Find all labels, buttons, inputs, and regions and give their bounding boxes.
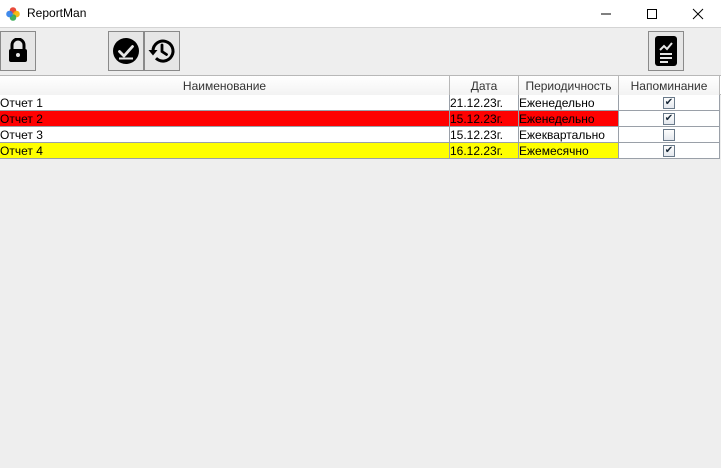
cell-date[interactable]: 15.12.23г. <box>450 127 519 143</box>
reminder-checkbox[interactable]: ✔ <box>663 112 675 125</box>
history-icon <box>148 39 175 63</box>
table-row[interactable]: Отчет 1 21.12.23г. Еженедельно ✔ <box>0 95 720 111</box>
report-document-icon <box>655 36 677 66</box>
table-header: Наименование Дата Периодичность Напомина… <box>0 75 721 95</box>
maximize-icon <box>647 9 657 19</box>
reminder-checkbox[interactable]: ✔ <box>663 96 675 109</box>
window-title: ReportMan <box>27 6 87 20</box>
cell-period[interactable]: Еженедельно <box>519 95 619 111</box>
table-row[interactable]: Отчет 3 15.12.23г. Ежеквартально <box>0 127 720 143</box>
cell-name[interactable]: Отчет 3 <box>0 127 450 143</box>
table-row[interactable]: Отчет 4 16.12.23г. Ежемесячно ✔ <box>0 143 720 159</box>
cell-period[interactable]: Ежеквартально <box>519 127 619 143</box>
cell-date[interactable]: 16.12.23г. <box>450 143 519 159</box>
table-row[interactable]: Отчет 2 15.12.23г. Еженедельно ✔ <box>0 111 720 127</box>
reports-table: Наименование Дата Периодичность Напомина… <box>0 75 721 468</box>
cell-reminder[interactable]: ✔ <box>619 95 720 111</box>
close-icon <box>692 8 704 20</box>
close-button[interactable] <box>675 0 721 28</box>
column-header-period[interactable]: Периодичность <box>519 76 619 95</box>
cell-name[interactable]: Отчет 1 <box>0 95 450 111</box>
minimize-button[interactable] <box>583 0 629 28</box>
lock-icon <box>9 38 27 62</box>
column-header-name[interactable]: Наименование <box>0 76 450 95</box>
minimize-icon <box>601 13 611 15</box>
column-header-date[interactable]: Дата <box>450 76 519 95</box>
reminder-checkbox[interactable]: ✔ <box>663 144 675 157</box>
maximize-button[interactable] <box>629 0 675 28</box>
history-button[interactable] <box>144 31 180 71</box>
app-logo-icon <box>6 7 20 21</box>
cell-name[interactable]: Отчет 4 <box>0 143 450 159</box>
column-header-reminder[interactable]: Напоминание <box>619 76 720 95</box>
report-button[interactable] <box>648 31 684 71</box>
cell-period[interactable]: Ежемесячно <box>519 143 619 159</box>
cell-date[interactable]: 21.12.23г. <box>450 95 519 111</box>
title-bar: ReportMan <box>0 0 721 28</box>
toolbar <box>0 29 721 73</box>
mark-done-button[interactable] <box>108 31 144 71</box>
cell-reminder[interactable]: ✔ <box>619 111 720 127</box>
cell-name[interactable]: Отчет 2 <box>0 111 450 127</box>
reminder-checkbox[interactable] <box>663 128 675 141</box>
cell-period[interactable]: Еженедельно <box>519 111 619 127</box>
lock-button[interactable] <box>0 31 36 71</box>
cell-date[interactable]: 15.12.23г. <box>450 111 519 127</box>
check-circle-icon <box>113 38 139 64</box>
cell-reminder[interactable]: ✔ <box>619 143 720 159</box>
cell-reminder[interactable] <box>619 127 720 143</box>
